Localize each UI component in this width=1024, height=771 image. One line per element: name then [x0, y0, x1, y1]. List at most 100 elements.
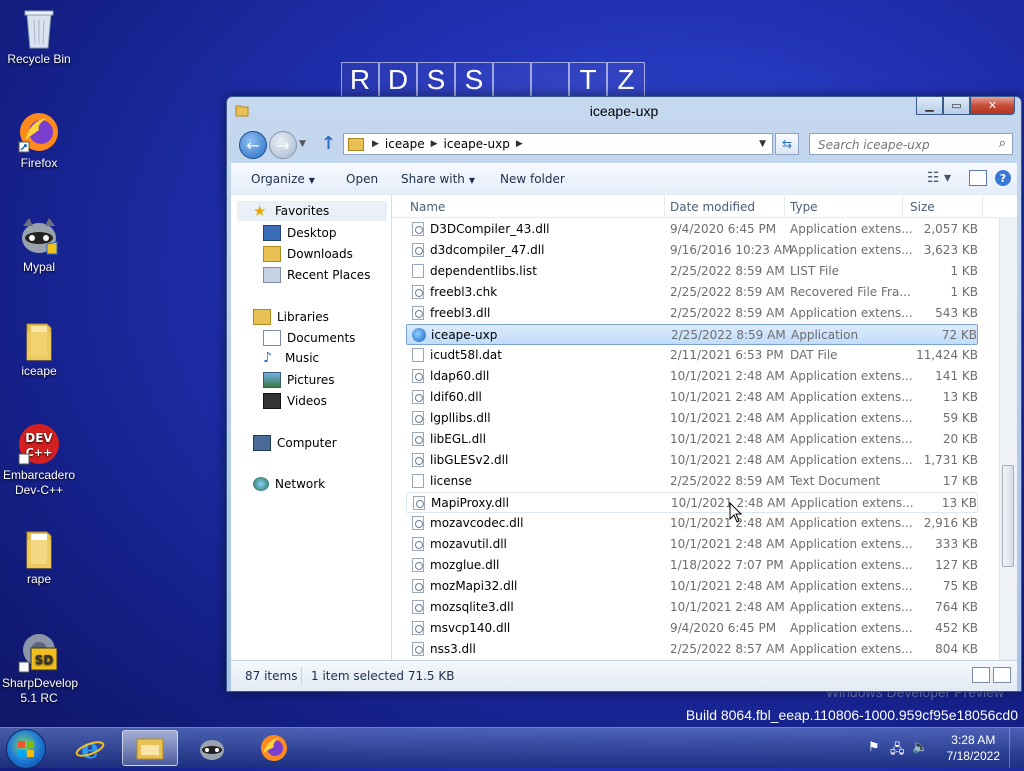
file-row[interactable]: freebl3.chk 2/25/2022 8:59 AM Recovered Fi… — [406, 282, 978, 303]
back-button[interactable]: ← — [239, 131, 267, 159]
share-with-button[interactable]: Share with ▼ — [401, 172, 475, 186]
help-icon[interactable]: ? — [995, 170, 1011, 186]
desktop-icon-iceape-folder[interactable]: iceape — [2, 318, 76, 379]
documents-icon — [263, 330, 281, 346]
breadcrumb-item[interactable]: iceape-uxp — [444, 137, 510, 151]
file-row[interactable]: mozsqlite3.dll 10/1/2021 2:48 AM Applicati… — [406, 597, 978, 618]
nav-documents[interactable]: Documents — [263, 330, 355, 346]
file-row[interactable]: lgpllibs.dll 10/1/2021 2:48 AM Application… — [406, 408, 978, 429]
maximize-button[interactable]: ▭ — [943, 97, 970, 115]
desktop-icon-sharpdevelop[interactable]: SD SharpDevelop 5.1 RC — [2, 630, 78, 706]
nav-pictures[interactable]: Pictures — [263, 372, 335, 388]
action-center-flag-icon[interactable]: ⚑ — [868, 740, 880, 755]
file-row[interactable]: nss3.dll 2/25/2022 8:57 AM Application ext… — [406, 639, 978, 660]
file-row[interactable]: dependentlibs.list 2/25/2022 8:59 AM LIST … — [406, 261, 978, 282]
search-icon[interactable]: ⌕ — [999, 136, 1006, 151]
change-view-button[interactable]: ☷ ▾ — [927, 170, 951, 186]
desktop-icon-mypal[interactable]: Mypal — [2, 214, 76, 275]
new-folder-button[interactable]: New folder — [500, 172, 565, 186]
desktop-icon-devcpp[interactable]: DEV C++ Embarcadero Dev-C++ — [2, 422, 76, 498]
clock[interactable]: 3:28 AM 7/18/2022 — [947, 732, 1000, 764]
title-bar[interactable]: iceape-uxp ▁ ▭ ✕ — [227, 97, 1021, 125]
column-size[interactable]: Size — [910, 200, 935, 214]
file-size: 764 KB — [935, 600, 978, 614]
file-size: 2,916 KB — [923, 516, 978, 530]
show-desktop-button[interactable] — [1009, 728, 1024, 768]
breadcrumb-item[interactable]: iceape — [385, 137, 425, 151]
file-row[interactable]: libEGL.dll 10/1/2021 2:48 AM Application e… — [406, 429, 978, 450]
column-type[interactable]: Type — [790, 200, 818, 214]
build-watermark: Build 8064.fbl_eeap.110806-1000.959cf95e… — [685, 707, 1018, 723]
details-view-button[interactable] — [972, 667, 990, 683]
taskbar-internet-explorer[interactable]: e — [62, 730, 118, 766]
preview-pane-button[interactable] — [969, 170, 987, 186]
file-list[interactable]: Name Date modified Type Size D3DCompiler… — [392, 195, 1017, 661]
desktop-icon-firefox[interactable]: Firefox — [2, 110, 76, 171]
file-row[interactable]: iceape-uxp 2/25/2022 8:59 AM Application 72… — [406, 324, 978, 345]
breadcrumb-separator-icon[interactable]: ▶ — [516, 139, 523, 149]
file-type: Application extens... — [790, 600, 913, 614]
file-size: 17 KB — [942, 474, 978, 488]
window-title: iceape-uxp — [589, 103, 659, 119]
large-icons-view-button[interactable] — [993, 667, 1011, 683]
column-name[interactable]: Name — [410, 200, 445, 214]
minimize-button[interactable]: ▁ — [916, 97, 943, 115]
recent-pages-dropdown[interactable]: ▼ — [299, 139, 306, 149]
file-row[interactable]: mozglue.dll 1/18/2022 7:07 PM Application … — [406, 555, 978, 576]
desktop-icon-recycle-bin[interactable]: Recycle Bin — [2, 6, 76, 67]
nav-network[interactable]: Network — [253, 477, 325, 491]
nav-downloads[interactable]: Downloads — [263, 246, 353, 262]
dll-file-icon — [413, 496, 425, 510]
file-row[interactable]: mozavutil.dll 10/1/2021 2:48 AM Applicatio… — [406, 534, 978, 555]
search-input[interactable] — [816, 135, 990, 155]
address-bar[interactable]: ▶ iceape ▶ iceape-uxp ▶ ▼ — [343, 133, 773, 155]
taskbar-file-explorer[interactable] — [122, 730, 178, 766]
nav-recent-places[interactable]: Recent Places — [263, 267, 370, 283]
file-row[interactable]: ldap60.dll 10/1/2021 2:48 AM Application e… — [406, 366, 978, 387]
mypal-icon — [17, 214, 61, 258]
start-button[interactable] — [6, 729, 46, 769]
nav-libraries[interactable]: Libraries — [253, 309, 329, 325]
explorer-window[interactable]: iceape-uxp ▁ ▭ ✕ ← → ▼ ↑ ▶ iceape ▶ icea… — [226, 96, 1022, 692]
file-date: 2/25/2022 8:59 AM — [670, 306, 785, 320]
file-icon — [412, 264, 424, 278]
file-type: Application extens... — [791, 496, 914, 510]
file-row[interactable]: msvcp140.dll 9/4/2020 6:45 PM Application … — [406, 618, 978, 639]
nav-videos[interactable]: Videos — [263, 393, 327, 409]
nav-favorites[interactable]: ★ Favorites — [253, 204, 329, 219]
search-box[interactable]: ⌕ — [809, 133, 1013, 155]
file-row[interactable]: D3DCompiler_43.dll 9/4/2020 6:45 PM Applic… — [406, 219, 978, 240]
nav-computer[interactable]: Computer — [253, 435, 337, 451]
column-date-modified[interactable]: Date modified — [670, 200, 755, 214]
file-row[interactable]: MapiProxy.dll 10/1/2021 2:48 AM Applicatio… — [406, 492, 978, 513]
network-icon[interactable]: 🖧 — [890, 740, 905, 762]
file-row[interactable]: freebl3.dll 2/25/2022 8:59 AM Application … — [406, 303, 978, 324]
scrollbar-thumb[interactable] — [1002, 465, 1014, 567]
file-row[interactable]: license 2/25/2022 8:59 AM Text Document 17 … — [406, 471, 978, 492]
chevron-down-icon[interactable]: ▼ — [759, 139, 766, 149]
file-row[interactable]: libGLESv2.dll 10/1/2021 2:48 AM Applicatio… — [406, 450, 978, 471]
up-button[interactable]: ↑ — [321, 133, 336, 154]
file-icon — [412, 348, 424, 362]
file-row[interactable]: icudt58l.dat 2/11/2021 6:53 PM DAT File 11,… — [406, 345, 978, 366]
libraries-icon — [253, 309, 271, 325]
file-size: 127 KB — [935, 558, 978, 572]
volume-icon[interactable]: 🔈 — [912, 740, 928, 755]
desktop-icon-rape-folder[interactable]: rape — [2, 526, 76, 587]
breadcrumb-separator-icon[interactable]: ▶ — [372, 139, 379, 149]
open-button[interactable]: Open — [346, 172, 378, 186]
nav-desktop[interactable]: Desktop — [263, 225, 337, 241]
vertical-scrollbar[interactable] — [999, 217, 1017, 661]
organize-button[interactable]: Organize ▼ — [251, 172, 315, 186]
file-row[interactable]: mozavcodec.dll 10/1/2021 2:48 AM Applicati… — [406, 513, 978, 534]
close-button[interactable]: ✕ — [970, 97, 1015, 115]
refresh-button[interactable]: ⇆ — [775, 133, 799, 155]
file-row[interactable]: d3dcompiler_47.dll 9/16/2016 10:23 AM Appl… — [406, 240, 978, 261]
taskbar-mypal[interactable] — [184, 730, 240, 766]
breadcrumb-separator-icon[interactable]: ▶ — [431, 139, 438, 149]
file-row[interactable]: mozMapi32.dll 10/1/2021 2:48 AM Applicatio… — [406, 576, 978, 597]
forward-button[interactable]: → — [269, 131, 297, 159]
nav-music[interactable]: ♪ Music — [263, 351, 319, 365]
taskbar-firefox[interactable] — [246, 730, 302, 766]
file-row[interactable]: ldif60.dll 10/1/2021 2:48 AM Application e… — [406, 387, 978, 408]
